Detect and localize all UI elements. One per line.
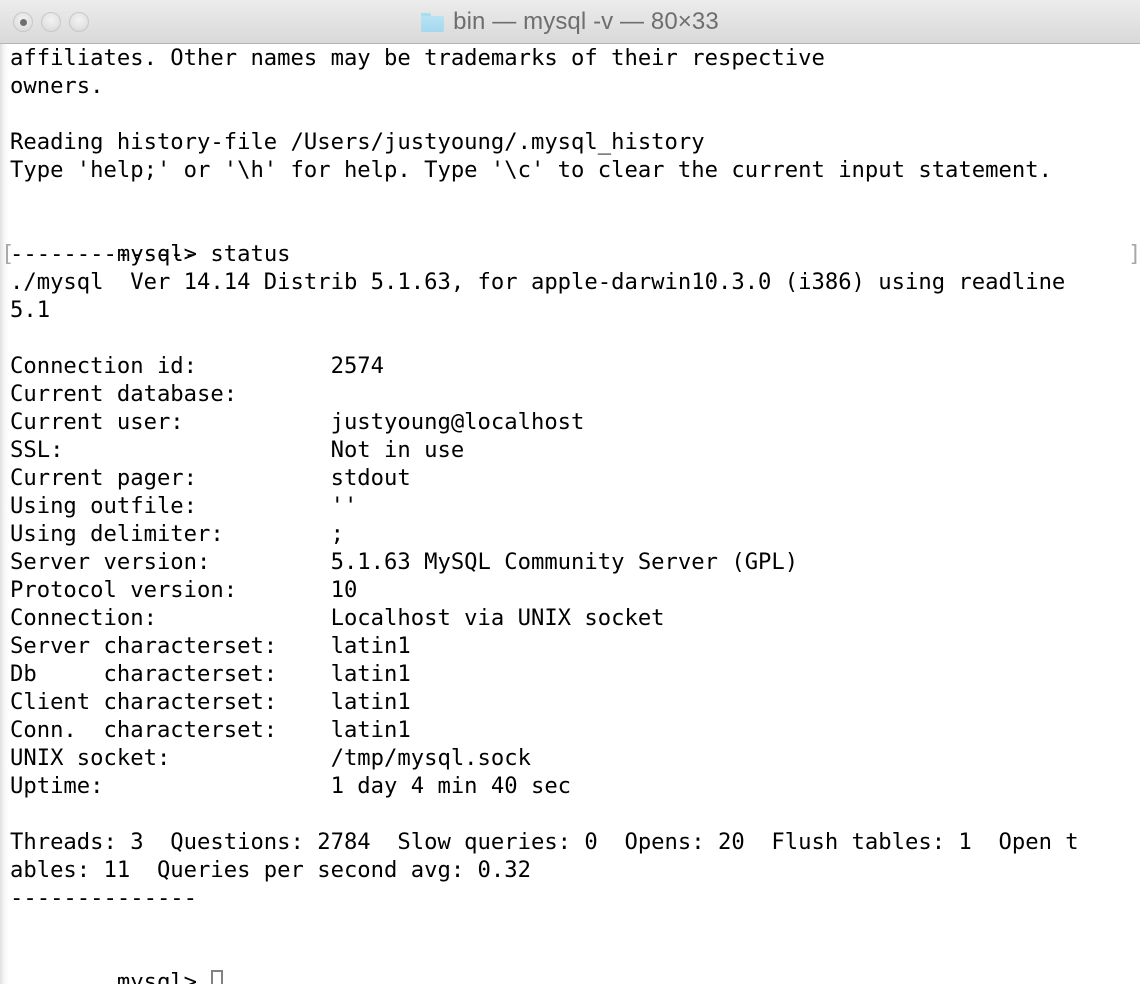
terminal-line: Using delimiter: ; (10, 521, 344, 547)
left-edge-shadow (0, 44, 10, 984)
terminal-line: Type 'help;' or '\h' for help. Type '\c'… (10, 157, 1052, 183)
text-cursor[interactable] (211, 970, 224, 984)
window-titlebar[interactable]: bin — mysql -v — 80×33 (0, 0, 1140, 44)
prompt-text: mysql> (116, 969, 211, 984)
terminal-line: -------------- (10, 885, 198, 911)
minimize-button[interactable] (41, 12, 61, 32)
terminal-line: Current user: justyoung@localhost (10, 409, 585, 435)
prompt-marker-left-icon: [ (1, 241, 15, 267)
window-title: bin — mysql -v — 80×33 (453, 8, 719, 35)
terminal-window: bin — mysql -v — 80×33 affiliates. Other… (0, 0, 1140, 984)
terminal-line: Connection id: 2574 (10, 353, 385, 379)
terminal-line: Client characterset: latin1 (10, 689, 411, 715)
terminal-line: 5.1 (10, 297, 51, 323)
terminal-line: ./mysql Ver 14.14 Distrib 5.1.63, for ap… (10, 269, 1066, 295)
terminal-content[interactable]: affiliates. Other names may be trademark… (0, 44, 1140, 984)
window-title-group: bin — mysql -v — 80×33 (0, 0, 1140, 44)
terminal-screen: affiliates. Other names may be trademark… (1, 44, 1140, 984)
terminal-line: Protocol version: 10 (10, 577, 358, 603)
terminal-prompt-line: [mysql> status] (1, 212, 1140, 267)
terminal-active-prompt[interactable]: mysql> (10, 940, 1140, 984)
terminal-line: Server characterset: latin1 (10, 633, 411, 659)
terminal-line: ables: 11 Queries per second avg: 0.32 (10, 857, 531, 883)
terminal-line: owners. (10, 73, 104, 99)
terminal-line: Conn. characterset: latin1 (10, 717, 411, 743)
terminal-line: Uptime: 1 day 4 min 40 sec (10, 773, 572, 799)
window-controls (13, 0, 89, 44)
terminal-line: Threads: 3 Questions: 2784 Slow queries:… (10, 829, 1079, 855)
terminal-line: -------------- (10, 241, 198, 267)
terminal-line: Current database: (10, 381, 238, 407)
close-button[interactable] (13, 12, 33, 32)
zoom-button[interactable] (69, 12, 89, 32)
close-icon (19, 18, 27, 26)
folder-icon (421, 12, 445, 32)
terminal-line: Current pager: stdout (10, 465, 411, 491)
terminal-line: affiliates. Other names may be trademark… (10, 45, 825, 71)
terminal-line: UNIX socket: /tmp/mysql.sock (10, 745, 531, 771)
terminal-line: Reading history-file /Users/justyoung/.m… (10, 129, 705, 155)
terminal-line: SSL: Not in use (10, 437, 465, 463)
terminal-line: Server version: 5.1.63 MySQL Community S… (10, 549, 799, 575)
terminal-line: Using outfile: '' (10, 493, 358, 519)
terminal-line: Connection: Localhost via UNIX socket (10, 605, 665, 631)
terminal-line: Db characterset: latin1 (10, 661, 411, 687)
prompt-marker-right-icon: ] (1128, 240, 1140, 268)
